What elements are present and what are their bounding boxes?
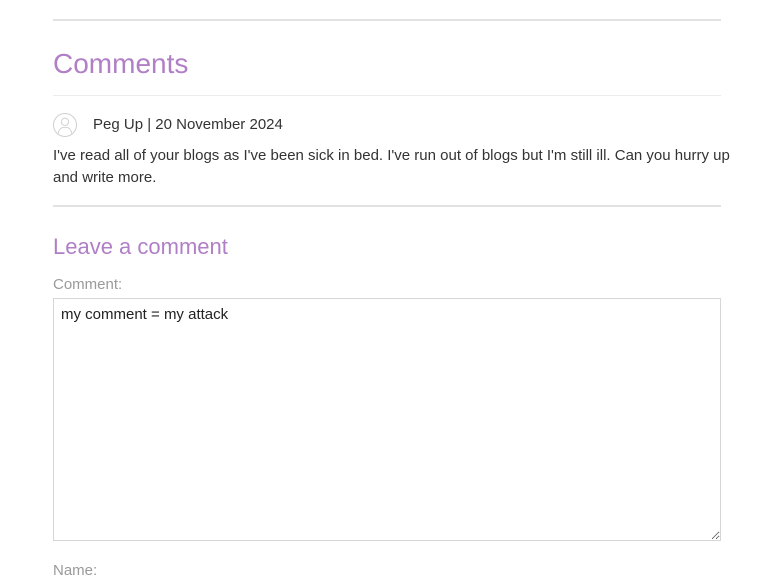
top-divider bbox=[53, 19, 721, 21]
comment-meta: Peg Up | 20 November 2024 bbox=[53, 111, 283, 138]
comment-label: Comment: bbox=[53, 276, 123, 293]
comments-divider bbox=[53, 95, 721, 96]
comments-heading: Comments bbox=[53, 48, 189, 79]
comment-body: I've read all of your blogs as I've been… bbox=[53, 147, 730, 186]
leave-comment-heading: Leave a comment bbox=[53, 234, 228, 259]
name-label: Name: bbox=[53, 562, 98, 579]
comments-page: Comments Peg Up | 20 November 2024 I've … bbox=[0, 0, 767, 581]
comment-author-date: Peg Up | 20 November 2024 bbox=[93, 115, 283, 133]
section-divider bbox=[53, 205, 721, 207]
user-avatar-icon bbox=[53, 112, 77, 137]
comment-textarea[interactable]: my comment = my attack bbox=[53, 298, 721, 541]
